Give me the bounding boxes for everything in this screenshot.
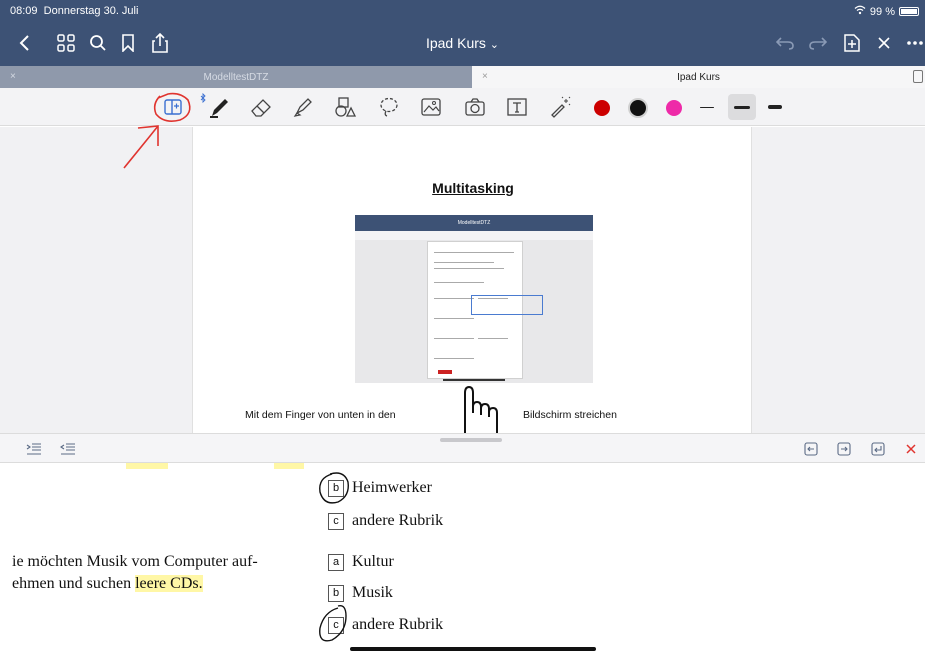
swipe-finger-icon — [455, 385, 511, 440]
option-letter-box: a — [328, 553, 344, 571]
eraser-icon[interactable] — [248, 95, 274, 119]
option-letter-box: b — [328, 584, 344, 602]
thumbnail-homebar — [443, 379, 505, 381]
arrow-left-box-icon[interactable] — [802, 441, 820, 457]
page-title: Multitasking — [432, 180, 514, 196]
option-text: andere Rubrik — [352, 616, 444, 633]
highlight-fragment — [274, 463, 304, 469]
battery-icon — [899, 7, 919, 16]
highlighted-text: leere CDs. — [135, 575, 203, 592]
split-view-icon[interactable] — [160, 95, 186, 119]
more-icon[interactable] — [904, 30, 925, 56]
close-split-icon[interactable] — [902, 441, 920, 457]
tab-label: ModelltestDTZ — [203, 71, 269, 83]
indent-icon[interactable] — [25, 441, 43, 457]
tab-close-icon[interactable]: × — [482, 71, 488, 82]
option-letter-box: c — [328, 512, 344, 530]
option-b-musik[interactable]: b Musik — [328, 584, 393, 602]
question-line-1: ie möchten Musik vom Computer auf- — [12, 553, 258, 570]
shapes-icon[interactable] — [332, 95, 358, 119]
option-letter-box: c — [328, 616, 344, 634]
page-icon[interactable] — [913, 70, 923, 83]
nav-bar: Ipad Kurs ⌄ — [0, 22, 925, 66]
status-bar: 08:09 Donnerstag 30. Juli 99 % — [0, 0, 925, 22]
highlight-fragment — [126, 463, 168, 469]
image-icon[interactable] — [418, 95, 444, 119]
outdent-icon[interactable] — [59, 441, 77, 457]
bottom-pane-document[interactable]: b Heimwerker c andere Rubrik ie möchten … — [0, 463, 925, 653]
split-handle[interactable] — [440, 438, 502, 442]
thumbnail-selection — [471, 295, 543, 315]
text-icon[interactable] — [504, 95, 530, 119]
page[interactable]: Multitasking ModelltestDTZ Mit dem Finge… — [192, 127, 752, 433]
annotation-toolbar — [0, 88, 925, 126]
caption-right: Bildschirm streichen — [523, 409, 617, 421]
thickness-thin[interactable] — [700, 107, 714, 108]
laser-pointer-icon[interactable] — [548, 95, 574, 119]
color-red[interactable] — [594, 100, 610, 116]
undo-icon[interactable] — [773, 30, 797, 56]
tab-ipad-kurs[interactable]: × Ipad Kurs — [472, 66, 925, 88]
split-view-bar — [0, 433, 925, 463]
battery-percent: 99 % — [869, 5, 895, 18]
highlighter-icon[interactable] — [290, 95, 316, 119]
option-text: Heimwerker — [352, 479, 432, 496]
screenshot-thumbnail: ModelltestDTZ — [355, 215, 593, 383]
camera-icon[interactable] — [462, 95, 488, 119]
status-time: 08:09 Donnerstag 30. Juli — [10, 5, 139, 17]
wifi-icon — [854, 5, 866, 18]
option-text: Musik — [352, 584, 393, 601]
top-pane-canvas: Multitasking ModelltestDTZ Mit dem Finge… — [0, 127, 925, 433]
option-text: Kultur — [352, 553, 394, 570]
add-page-icon[interactable] — [840, 30, 864, 56]
option-letter-box: b — [328, 479, 344, 497]
close-icon[interactable] — [872, 30, 896, 56]
return-box-icon[interactable] — [869, 441, 887, 457]
home-indicator — [350, 647, 596, 651]
thumbnail-titlebar: ModelltestDTZ — [355, 215, 593, 231]
option-text: andere Rubrik — [352, 512, 444, 529]
color-magenta[interactable] — [666, 100, 682, 116]
tab-modelltestdtz[interactable]: × ModelltestDTZ — [0, 66, 472, 88]
option-b-heimwerker[interactable]: b Heimwerker — [328, 479, 432, 497]
option-c-andere-rubrik[interactable]: c andere Rubrik — [328, 512, 443, 530]
lasso-icon[interactable] — [376, 95, 402, 119]
status-right: 99 % — [854, 5, 919, 18]
thickness-thick[interactable] — [768, 105, 782, 109]
arrow-right-box-icon[interactable] — [835, 441, 853, 457]
thumbnail-toolbar — [355, 231, 593, 240]
question-line-2: ehmen und suchen leere CDs. — [12, 575, 203, 592]
tab-bar: × ModelltestDTZ × Ipad Kurs — [0, 66, 925, 88]
color-black-selected[interactable] — [628, 98, 648, 118]
redo-icon[interactable] — [806, 30, 830, 56]
option-a-kultur[interactable]: a Kultur — [328, 553, 394, 571]
tab-label: Ipad Kurs — [677, 71, 720, 83]
caption-left: Mit dem Finger von unten in den — [245, 409, 396, 421]
tab-close-icon[interactable]: × — [10, 71, 16, 82]
pen-icon[interactable] — [206, 95, 232, 119]
thickness-medium[interactable] — [734, 106, 750, 109]
option-c-andere-rubrik-2[interactable]: c andere Rubrik — [328, 616, 443, 634]
